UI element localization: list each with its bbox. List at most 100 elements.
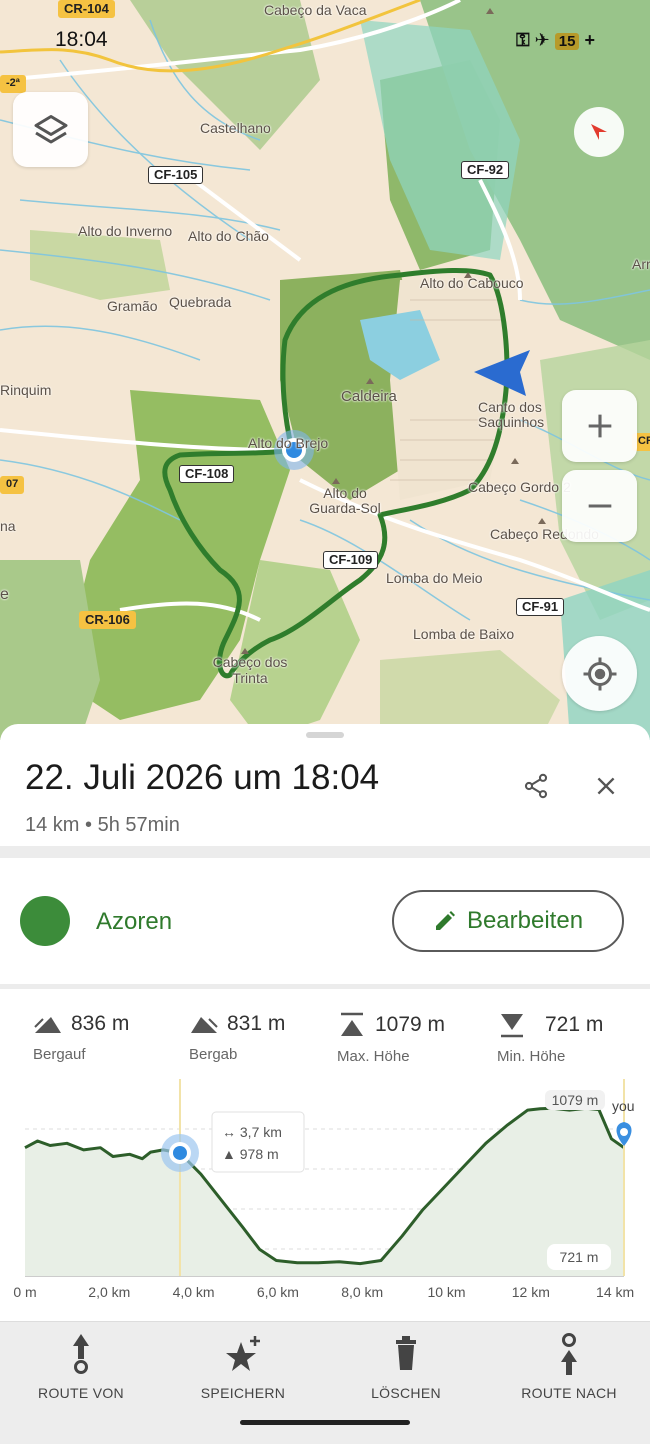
stat-label: Bergauf — [33, 1046, 86, 1063]
road-label: CF-105 — [148, 166, 204, 184]
zoom-out-button[interactable] — [562, 470, 637, 542]
place-label: Gramão — [107, 298, 158, 314]
you-marker-dot — [620, 1128, 628, 1136]
map-canvas[interactable] — [0, 0, 650, 740]
x-tick-label: 12 km — [512, 1284, 550, 1300]
place-label: Cabeço Gordo 2 — [468, 479, 571, 495]
compass-button[interactable] — [574, 107, 624, 157]
battery-icon: 15 — [554, 33, 580, 50]
track-title: 22. Juli 2026 um 18:04 — [25, 758, 380, 797]
minus-icon — [588, 504, 611, 508]
stat-uphill: 836 m Bergauf — [33, 1012, 129, 1063]
place-label: Lomba de Baixo — [413, 626, 515, 642]
max-elevation-label: 1079 m — [552, 1092, 599, 1108]
stat-value: 836 m — [71, 1012, 130, 1035]
place-label: Cabeço dos Trinta — [212, 654, 288, 686]
place-label: Castelhano — [200, 120, 271, 136]
place-label: e — [0, 586, 9, 603]
airplane-icon: ✈ — [534, 30, 550, 50]
status-time: 18:04 — [55, 28, 108, 51]
drag-handle[interactable] — [306, 732, 344, 738]
x-tick-label: 0 m — [13, 1284, 36, 1300]
place-label: Alto do Brejo — [248, 435, 329, 451]
min-altitude-icon — [501, 1014, 523, 1038]
place-label: na — [0, 518, 16, 534]
stat-label: Bergab — [189, 1046, 238, 1063]
road-label: CR-106 — [79, 611, 136, 629]
bottom-toolbar: ROUTE VON SPEICHERN LÖSCHEN ROUTE NACH — [0, 1321, 650, 1444]
pencil-icon — [435, 911, 455, 930]
layers-button[interactable] — [13, 92, 88, 167]
elevation-chart[interactable]: 0 m 2,0 km 4,0 km 6,0 km 8,0 km 10 km 12 km 14 … — [0, 1074, 650, 1324]
x-tick-label: 4,0 km — [173, 1284, 215, 1300]
place-label: Alto do Guarda-Sol — [309, 485, 381, 516]
toolbar-label: SPEICHERN — [200, 1385, 286, 1401]
place-label: Canto dos Saquinhos — [478, 399, 545, 430]
toolbar-label: ROUTE VON — [38, 1385, 124, 1401]
stat-downhill: 831 m Bergab — [189, 1012, 285, 1063]
stat-max-altitude: 1079 m Max. Höhe — [337, 1012, 445, 1065]
delete-button[interactable]: LÖSCHEN — [331, 1332, 481, 1401]
track-summary: 14 km • 5h 57min — [25, 814, 180, 836]
downhill-icon — [191, 1017, 218, 1033]
place-label: Alto do Chão — [188, 228, 269, 244]
zoom-in-button[interactable] — [562, 390, 637, 462]
route-to-icon — [561, 1333, 577, 1375]
edit-button-label: Bearbeiten — [466, 907, 584, 934]
road-label: CF-108 — [179, 465, 235, 483]
group-name: Azoren — [96, 908, 173, 935]
trash-icon — [396, 1336, 416, 1370]
plus-icon — [588, 414, 611, 438]
place-label: Lomba do Meio — [386, 570, 483, 586]
compass-icon — [591, 124, 607, 140]
route-to-button[interactable]: ROUTE NACH — [494, 1332, 644, 1401]
route-from-icon — [73, 1334, 89, 1374]
my-location-button[interactable] — [562, 636, 637, 711]
edit-button[interactable]: Bearbeiten — [392, 890, 624, 952]
max-altitude-icon — [341, 1012, 363, 1036]
divider — [0, 846, 650, 858]
share-icon — [524, 773, 548, 799]
road-label: CR-104 — [58, 0, 115, 18]
road-label: CF-91 — [516, 598, 565, 616]
charging-icon: + — [584, 30, 595, 50]
stat-label: Max. Höhe — [337, 1048, 410, 1065]
min-elevation-label: 721 m — [560, 1249, 599, 1265]
crosshair-icon — [583, 657, 616, 690]
place-label: Caldeira — [341, 388, 397, 405]
x-tick-label: 14 km — [596, 1284, 634, 1300]
tooltip-elevation: ▲ 978 m — [222, 1146, 279, 1162]
place-label: Cabeço da Vaca — [264, 2, 367, 18]
toolbar-label: ROUTE NACH — [521, 1385, 617, 1401]
stat-value: 831 m — [227, 1012, 286, 1035]
stat-value: 1079 m — [375, 1013, 446, 1036]
elevation-area — [25, 1108, 624, 1276]
toolbar-label: LÖSCHEN — [371, 1385, 441, 1401]
screen: Cabeço da Vaca Castelhano Alto do Invern… — [0, 0, 650, 1444]
tooltip-distance: ↔ 3,7 km — [222, 1124, 282, 1140]
close-button[interactable] — [580, 760, 632, 812]
share-button[interactable] — [510, 760, 562, 812]
route-from-button[interactable]: ROUTE VON — [6, 1332, 156, 1401]
star-add-icon — [226, 1336, 260, 1371]
road-label: CF-109 — [323, 551, 379, 569]
place-label: Rinquim — [0, 382, 52, 398]
x-tick-label: 2,0 km — [88, 1284, 130, 1300]
save-button[interactable]: SPEICHERN — [168, 1332, 318, 1401]
x-tick-label: 10 km — [427, 1284, 465, 1300]
road-label: 07 — [0, 476, 25, 494]
layers-icon — [34, 114, 67, 143]
cursor-point — [172, 1145, 187, 1160]
place-label: Alto do Inverno — [78, 223, 173, 239]
place-label: Alto do Cabouco — [420, 275, 524, 291]
x-tick-label: 8,0 km — [341, 1284, 383, 1300]
stat-min-altitude: 721 m Min. Höhe — [497, 1012, 603, 1065]
x-tick-label: 6,0 km — [257, 1284, 299, 1300]
close-icon — [597, 777, 615, 795]
home-indicator — [240, 1420, 410, 1425]
uphill-icon — [34, 1017, 61, 1033]
you-label: you — [612, 1098, 635, 1114]
place-label: Arr — [632, 256, 650, 272]
tooltip-box — [211, 1111, 305, 1173]
map[interactable]: Cabeço da Vaca Castelhano Alto do Invern… — [0, 0, 650, 740]
